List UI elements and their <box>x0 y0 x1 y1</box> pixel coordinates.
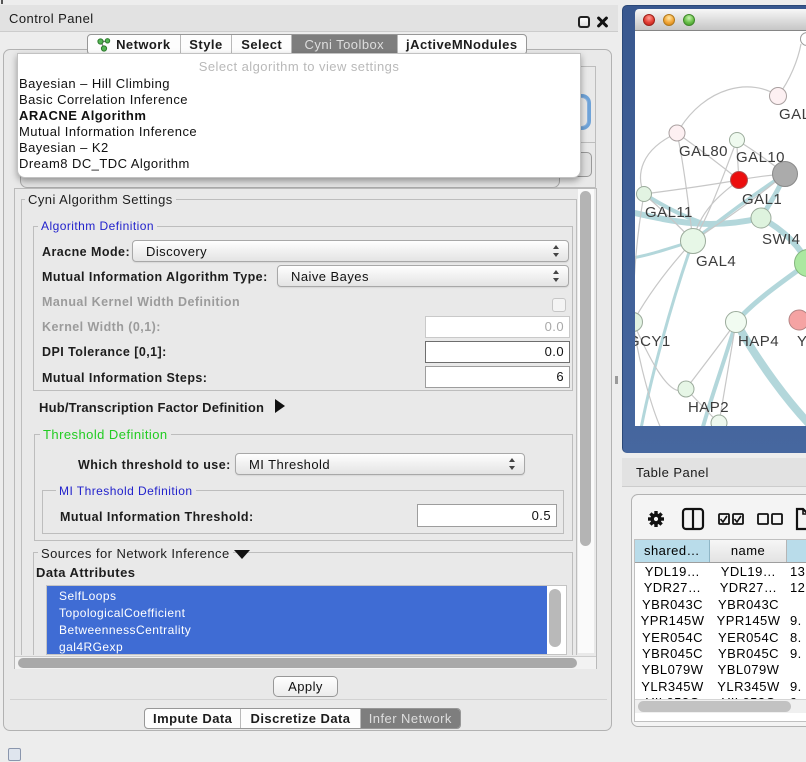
svg-text:GAL4: GAL4 <box>696 253 736 270</box>
svg-text:GAL: GAL <box>779 106 806 123</box>
svg-text:GAL11: GAL11 <box>645 204 693 221</box>
svg-text:GAL80: GAL80 <box>679 143 728 160</box>
svg-text:GAL10: GAL10 <box>736 149 785 166</box>
svg-text:GAL1: GAL1 <box>742 191 782 208</box>
svg-text:HAP4: HAP4 <box>738 333 779 350</box>
svg-text:Y: Y <box>797 333 806 350</box>
svg-text:SWI4: SWI4 <box>762 231 800 248</box>
svg-text:HAP2: HAP2 <box>688 399 729 416</box>
svg-text:GCY1: GCY1 <box>635 333 671 350</box>
